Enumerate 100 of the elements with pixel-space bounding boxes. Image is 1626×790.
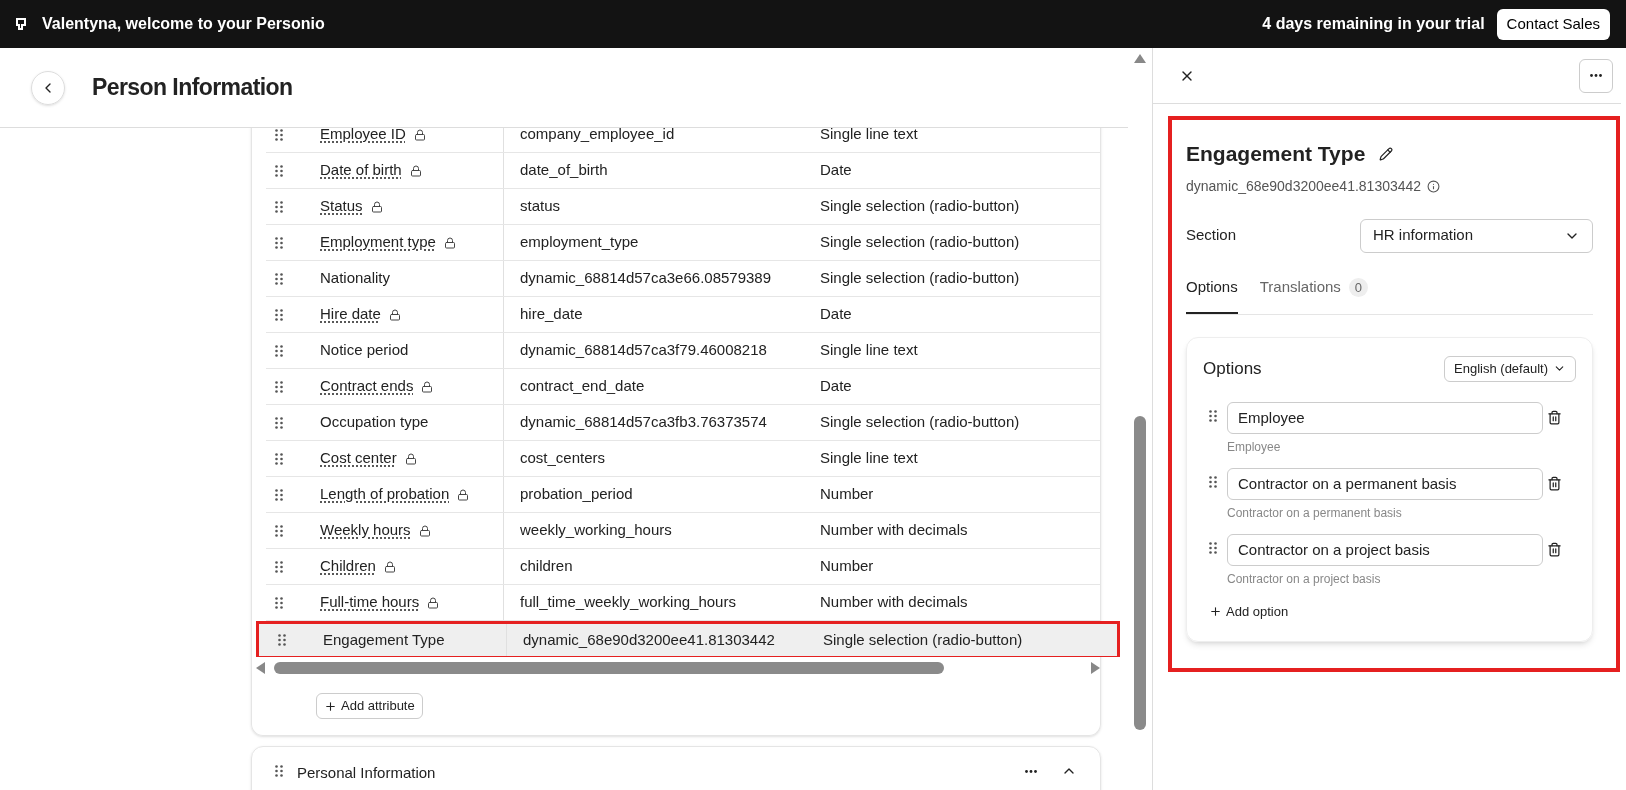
section-select[interactable]: HR information [1360, 218, 1593, 253]
attribute-key: full_time_weekly_working_hours [504, 591, 820, 614]
table-row[interactable]: Employment type employment_type Single selection (radio-button) [266, 225, 1100, 261]
table-row[interactable]: Weekly hours weekly_working_hours Number with decimals [266, 513, 1100, 549]
drag-handle-icon[interactable] [275, 200, 283, 213]
attribute-key: dynamic_68814d57ca3e66.08579389 [504, 267, 820, 290]
drag-handle-icon[interactable] [275, 416, 283, 429]
drag-handle-icon[interactable] [1209, 475, 1217, 488]
table-row[interactable]: Cost center cost_centers Single line text [266, 441, 1100, 477]
contact-sales-button[interactable]: Contact Sales [1496, 8, 1610, 40]
attribute-name: Engagement Type [323, 629, 445, 650]
scroll-right-icon[interactable] [1090, 662, 1100, 674]
language-select[interactable]: English (default) [1444, 355, 1576, 382]
attribute-key: date_of_birth [504, 159, 820, 182]
attribute-type: Number with decimals [820, 520, 968, 541]
more-icon [1590, 74, 1602, 77]
attribute-type: Single selection (radio-button) [823, 629, 1023, 650]
attribute-type: Single line text [820, 340, 918, 361]
lock-icon [457, 488, 470, 501]
attribute-type: Single selection (radio-button) [820, 232, 1020, 253]
table-row[interactable]: Occupation type dynamic_68814d57ca3fb3.76373574 Single selection (radio-button) [266, 405, 1100, 441]
drag-handle-icon[interactable] [275, 272, 283, 285]
table-row[interactable]: Status status Single selection (radio-button) [266, 189, 1100, 225]
drag-handle-icon[interactable] [275, 380, 283, 393]
tab[interactable]: Translations 0 [1259, 275, 1369, 314]
table-row[interactable]: Nationality dynamic_68814d57ca3e66.08579389 Single selection (radio-button) [266, 261, 1100, 297]
section-title: Personal Information [297, 763, 436, 783]
option-field[interactable]: Contractor on a project basis [1227, 533, 1543, 566]
attribute-type: Number [820, 484, 874, 505]
attribute-name: Hire date [320, 304, 381, 325]
add-attribute-button[interactable]: Add attribute [316, 693, 423, 719]
option-helper-text: Employee [1227, 438, 1282, 456]
table-row[interactable]: Children children Number [266, 549, 1100, 585]
attribute-key: dynamic_68814d57ca3fb3.76373574 [504, 411, 820, 434]
attribute-type: Number with decimals [820, 592, 968, 613]
attribute-name: Full-time hours [320, 592, 420, 613]
drag-handle-icon[interactable] [275, 488, 283, 501]
delete-icon[interactable] [1547, 475, 1562, 491]
drag-handle-icon[interactable] [275, 308, 283, 321]
attribute-type: Number [820, 556, 874, 577]
attribute-type: Single selection (radio-button) [820, 268, 1020, 289]
lock-icon [418, 524, 431, 537]
delete-icon[interactable] [1547, 541, 1562, 557]
tab[interactable]: Options [1186, 275, 1238, 314]
drag-handle-icon[interactable] [275, 524, 283, 537]
info-icon[interactable] [1427, 179, 1441, 193]
delete-icon[interactable] [1547, 409, 1562, 425]
option-helper-text: Contractor on a permanent basis [1227, 504, 1403, 522]
trial-text: 4 days remaining in your trial [1262, 14, 1485, 34]
table-row[interactable]: Length of probation probation_period Number [266, 477, 1100, 513]
table-row[interactable]: Hire date hire_date Date [266, 297, 1100, 333]
attribute-key: probation_period [504, 483, 820, 506]
option-helper-text: Contractor on a project basis [1227, 570, 1382, 588]
drag-handle-icon[interactable] [278, 634, 286, 646]
lock-icon [388, 308, 401, 321]
lock-icon [421, 380, 434, 393]
table-row[interactable]: Date of birth date_of_birth Date [266, 153, 1100, 189]
attribute-key: dynamic_68e90d3200ee41.81303442 [1186, 175, 1422, 197]
drag-handle-icon[interactable] [275, 128, 283, 141]
table-row[interactable]: Engagement Type dynamic_68e90d3200ee41.81303442 Single selection (radio-button) [256, 621, 1120, 657]
drag-handle-icon[interactable] [275, 452, 283, 465]
table-row[interactable]: Notice period dynamic_68814d57ca3f79.46008218 Single line text [266, 333, 1100, 369]
table-row[interactable]: Employee ID company_employee_id Single line text [266, 128, 1100, 153]
attribute-name: Nationality [320, 268, 391, 289]
scroll-up-icon[interactable] [1134, 54, 1146, 64]
lock-icon [427, 596, 440, 609]
add-option-button[interactable]: Add option [1209, 601, 1289, 621]
attribute-key: contract_end_date [504, 375, 820, 398]
table-row[interactable]: Contract ends contract_end_date Date [266, 369, 1100, 405]
attribute-name: Status [320, 196, 363, 217]
lock-icon [443, 236, 456, 249]
attribute-key: weekly_working_hours [504, 519, 820, 542]
drag-handle-icon[interactable] [275, 596, 283, 609]
option-field[interactable]: Contractor on a permanent basis [1227, 467, 1543, 500]
attribute-key: cost_centers [504, 447, 820, 470]
plus-icon [1209, 604, 1222, 618]
attribute-type: Date [820, 376, 852, 397]
drag-handle-icon[interactable] [275, 344, 283, 357]
attribute-title: Engagement Type [1186, 141, 1366, 167]
attribute-type: Date [820, 160, 852, 181]
plus-icon [324, 699, 337, 713]
drag-handle-icon[interactable] [275, 765, 283, 777]
lock-icon [370, 200, 383, 213]
attribute-type: Single selection (radio-button) [820, 412, 1020, 433]
drag-handle-icon[interactable] [275, 560, 283, 573]
more-icon[interactable] [1025, 770, 1037, 773]
attribute-key: hire_date [504, 303, 820, 326]
drag-handle-icon[interactable] [1209, 541, 1217, 554]
lock-icon [404, 452, 417, 465]
lock-icon [383, 560, 396, 573]
drag-handle-icon[interactable] [275, 236, 283, 249]
attribute-name: Employment type [320, 232, 436, 253]
scroll-left-icon[interactable] [256, 662, 266, 674]
edit-icon[interactable] [1379, 146, 1394, 161]
attribute-type: Date [820, 304, 852, 325]
drag-handle-icon[interactable] [275, 164, 283, 177]
attribute-name: Length of probation [320, 484, 450, 505]
option-field[interactable]: Employee [1227, 401, 1543, 434]
attribute-key: dynamic_68814d57ca3f79.46008218 [504, 339, 820, 362]
drag-handle-icon[interactable] [1209, 409, 1217, 422]
